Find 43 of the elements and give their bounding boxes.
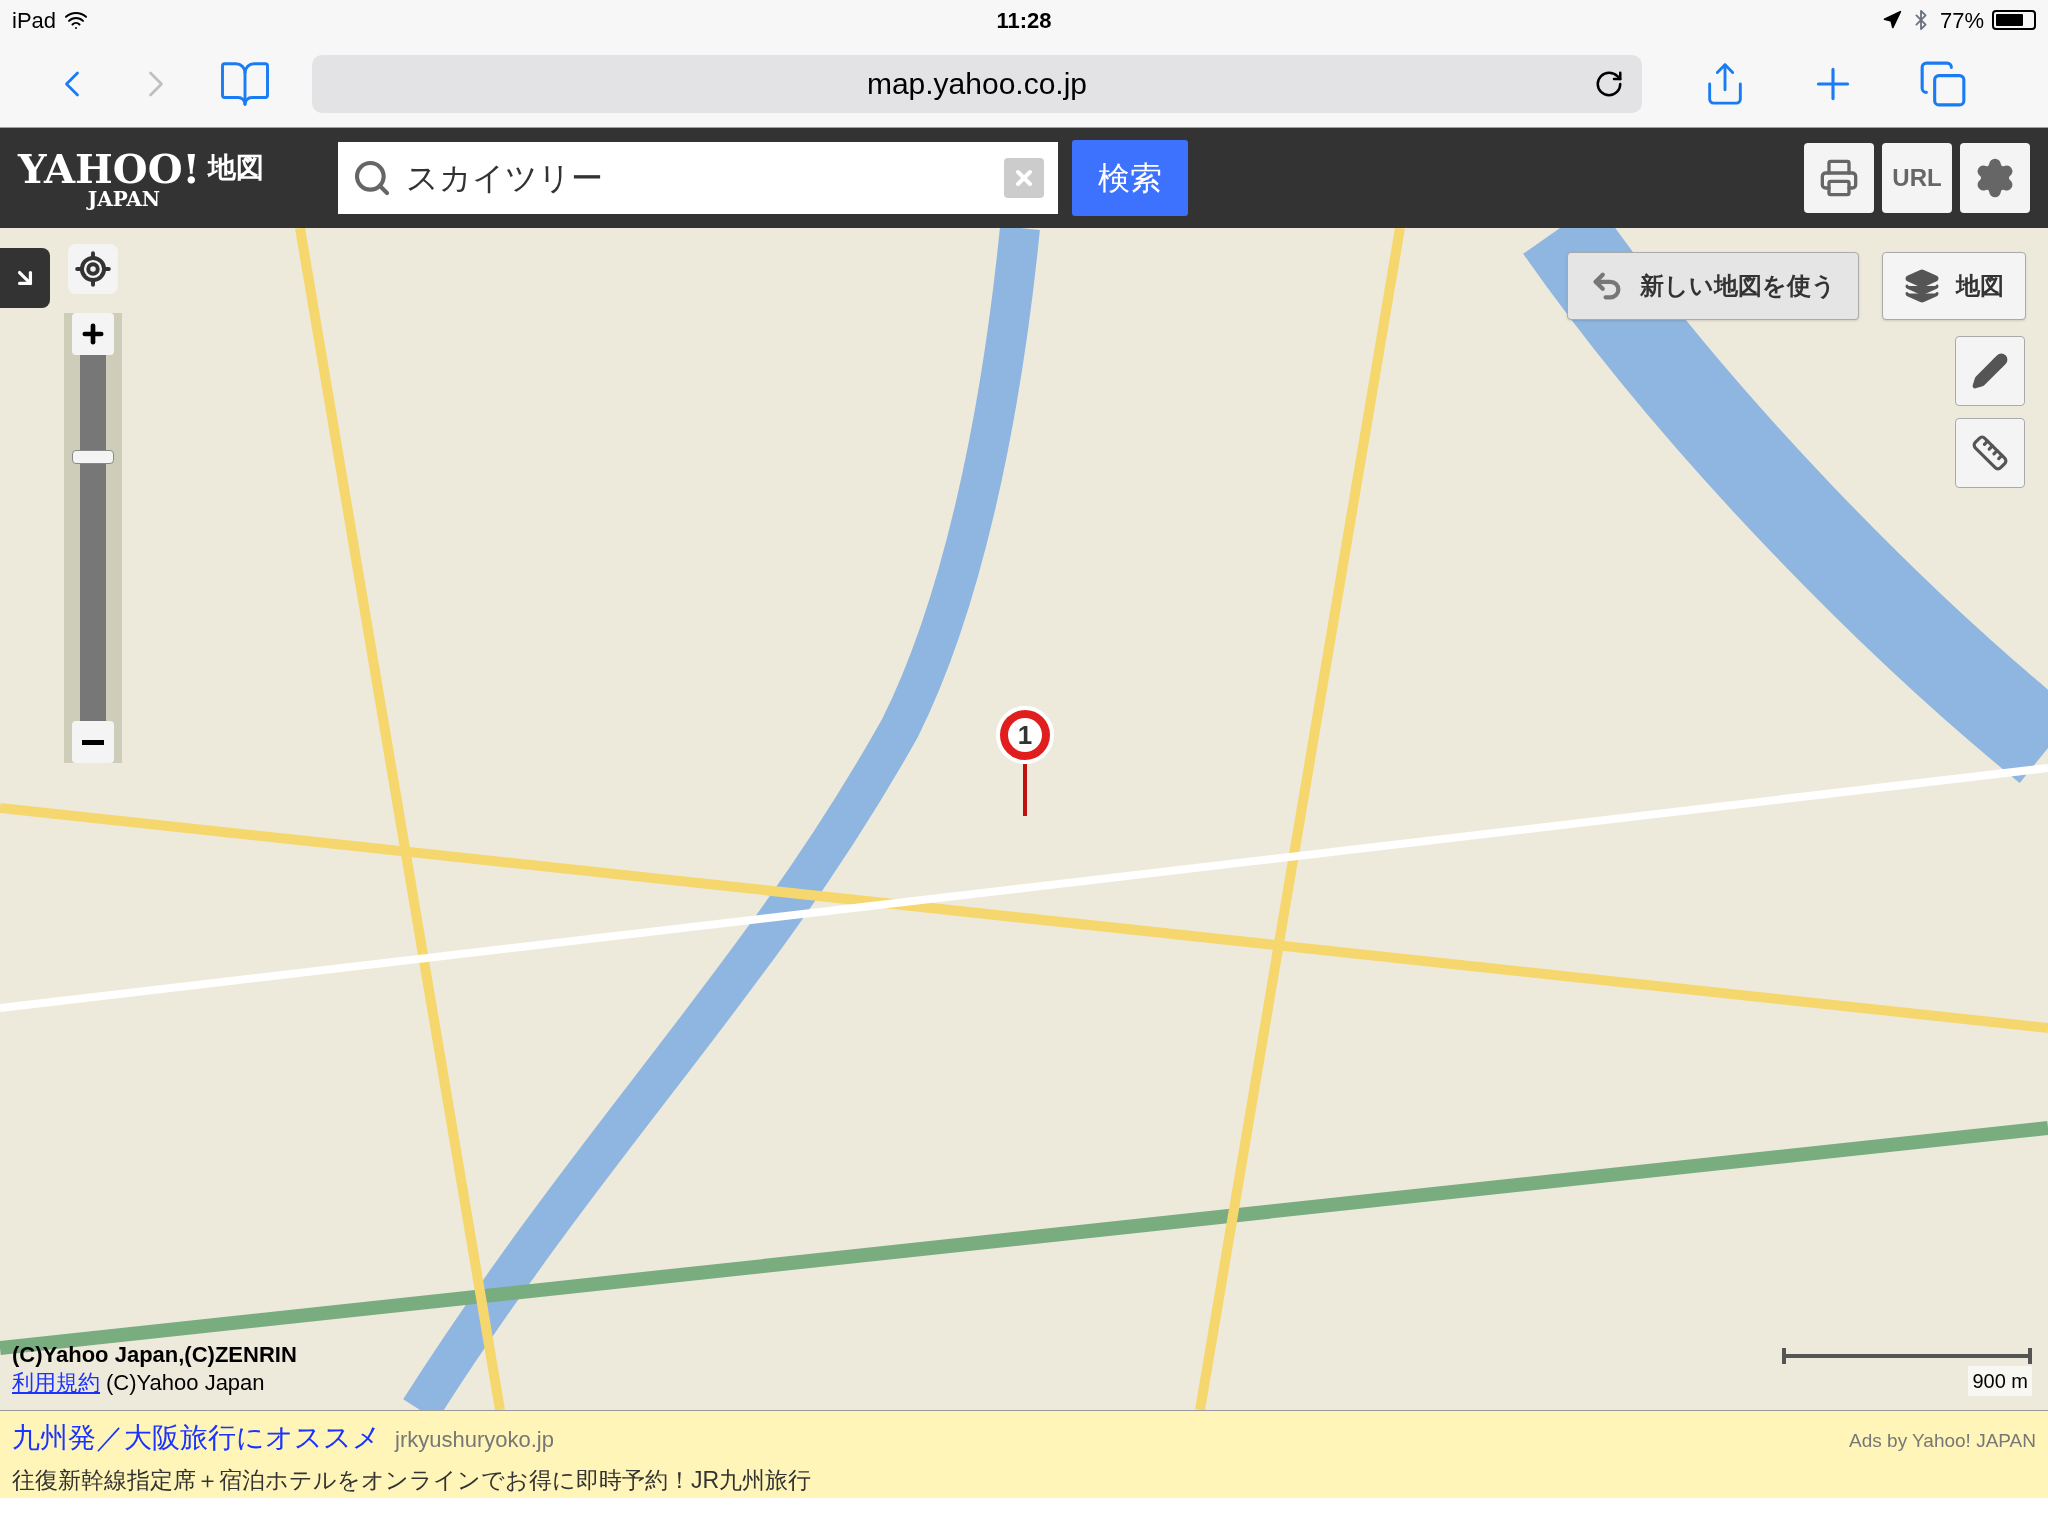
- map-layer-button[interactable]: 地図: [1882, 252, 2026, 320]
- copyright-text: (C)Yahoo Japan,(C)ZENRIN: [12, 1341, 297, 1369]
- url-button[interactable]: URL: [1882, 143, 1952, 213]
- search-value: スカイツリー: [406, 159, 604, 198]
- location-icon: [1881, 10, 1902, 30]
- search-icon: [352, 158, 392, 198]
- search-button[interactable]: 検索: [1072, 140, 1188, 216]
- address-bar[interactable]: map.yahoo.co.jp: [312, 54, 1642, 113]
- terms-link[interactable]: 利用規約: [12, 1368, 100, 1396]
- new-map-button[interactable]: 新しい地図を使う: [1567, 252, 1859, 320]
- ad-domain: jrkyushuryoko.jp: [395, 1426, 554, 1454]
- logo-text: YAHOO!: [18, 149, 201, 189]
- ad-title-link[interactable]: 九州発／大阪旅行にオススメ: [12, 1417, 381, 1459]
- logo-subtext: JAPAN: [87, 189, 161, 209]
- settings-button[interactable]: [1960, 143, 2030, 213]
- locate-icon: [74, 250, 112, 288]
- zoom-in-button[interactable]: [72, 313, 114, 355]
- zoom-slider[interactable]: [64, 313, 122, 763]
- collapse-button[interactable]: [0, 248, 50, 308]
- print-button[interactable]: [1804, 143, 1874, 213]
- scale-label: 900 m: [1968, 1366, 2032, 1396]
- zoom-out-button[interactable]: [72, 721, 114, 763]
- printer-icon: [1819, 158, 1859, 198]
- minus-icon: [82, 739, 104, 745]
- scale-bar-icon: [1782, 1346, 2032, 1366]
- url-text: map.yahoo.co.jp: [866, 66, 1088, 102]
- ad-credit: Ads by Yahoo! JAPAN: [1849, 1429, 2036, 1453]
- battery-percent: 77%: [1939, 6, 1984, 35]
- ruler-icon: [1971, 434, 2009, 472]
- zoom-thumb[interactable]: [72, 450, 114, 465]
- draw-button[interactable]: [1955, 336, 2025, 406]
- ad-description: 往復新幹線指定席＋宿泊ホテルをオンラインでお得に即時予約！JR九州旅行: [12, 1466, 813, 1495]
- clock: 11:28: [996, 6, 1052, 35]
- copyright-text: (C)Yahoo Japan: [106, 1368, 265, 1396]
- service-name: 地図: [208, 151, 265, 185]
- search-field[interactable]: スカイツリー: [338, 142, 1058, 214]
- pin-label: 1: [1008, 718, 1042, 752]
- battery-icon: [1992, 10, 2036, 30]
- measure-button[interactable]: [1955, 418, 2025, 488]
- layers-icon: [1904, 268, 1940, 304]
- locate-button[interactable]: [68, 244, 118, 294]
- pencil-icon: [1971, 352, 2009, 390]
- device-name: iPad: [12, 6, 57, 35]
